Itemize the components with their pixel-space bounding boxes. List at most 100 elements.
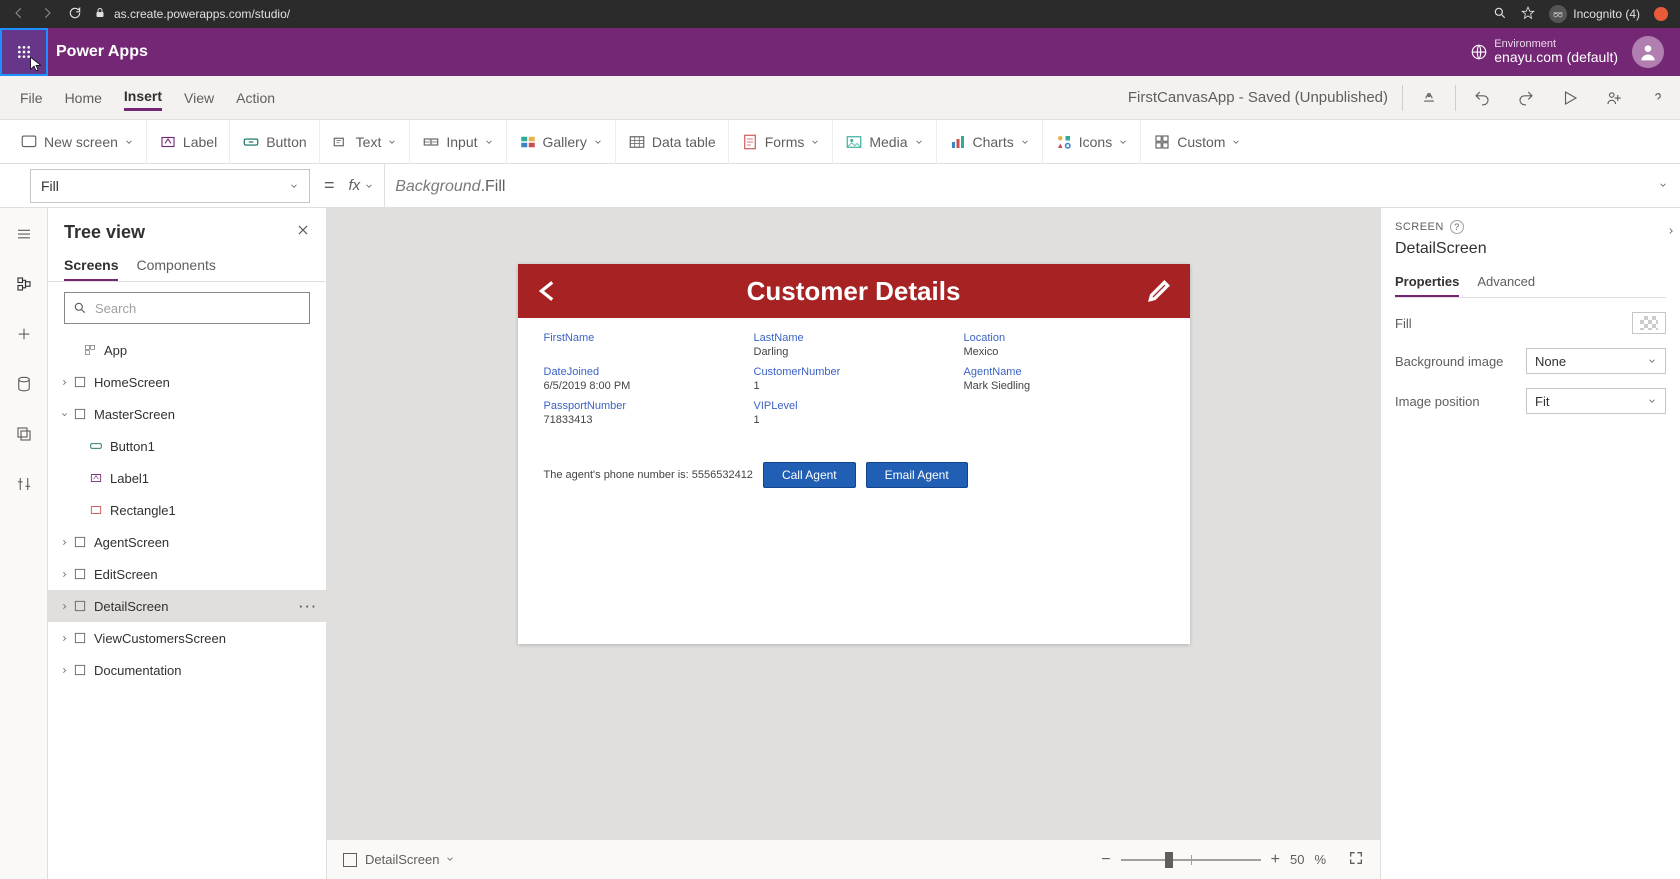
prop-label-bg: Background image [1395,354,1503,369]
ribbon-label[interactable]: Label [147,120,230,164]
menu-home[interactable]: Home [65,86,102,110]
ribbon-forms[interactable]: Forms [729,120,834,164]
tree-item-documentation[interactable]: Documentation [48,654,326,686]
zoom-value: 50 [1290,852,1304,867]
browser-chrome: as.create.powerapps.com/studio/ Incognit… [0,0,1680,28]
email-agent-button[interactable]: Email Agent [866,462,968,488]
app-checker-button[interactable] [1407,76,1451,120]
help-button[interactable] [1636,76,1680,120]
rail-tree-view[interactable] [8,268,40,300]
field-lastname: LastNameDarling [754,332,954,360]
rail-hamburger[interactable] [8,218,40,250]
help-icon[interactable]: ? [1450,220,1464,234]
properties-panel: SCREEN ? DetailScreen Properties Advance… [1380,208,1680,879]
rail-data[interactable] [8,368,40,400]
tree-item-rectangle1[interactable]: Rectangle1 [48,494,326,526]
footer-screen-name[interactable]: DetailScreen [365,852,439,867]
left-rail [0,208,48,879]
canvas-screen[interactable]: Customer Details FirstName LastNameDarli… [518,264,1190,644]
chevron-down-icon[interactable] [445,852,455,867]
equals-sign: = [310,175,349,196]
tree-item-masterscreen[interactable]: MasterScreen [48,398,326,430]
user-avatar[interactable] [1632,36,1664,68]
zoom-in-button[interactable]: + [1271,851,1280,869]
footer-checkbox[interactable] [343,853,357,867]
globe-icon [1470,43,1488,61]
chevron-right-icon[interactable] [1666,224,1676,239]
zoom-slider[interactable] [1121,859,1261,861]
tab-screens[interactable]: Screens [64,251,118,281]
fill-color-swatch[interactable] [1632,312,1666,334]
tree-item-viewcustomers[interactable]: ViewCustomersScreen [48,622,326,654]
ribbon-charts[interactable]: Charts [937,120,1043,164]
app-launcher-button[interactable] [0,28,48,76]
chevron-right-icon [60,602,69,611]
browser-forward-icon[interactable] [40,6,54,23]
ribbon-text[interactable]: Text [320,120,411,164]
field-firstname: FirstName [544,332,744,360]
preview-button[interactable] [1548,76,1592,120]
zoom-icon[interactable] [1493,6,1507,23]
zoom-out-button[interactable]: − [1101,851,1110,869]
browser-reload-icon[interactable] [68,6,82,23]
field-customernumber: CustomerNumber1 [754,366,954,394]
edit-pencil-icon[interactable] [1146,278,1172,304]
ribbon-icons[interactable]: Icons [1043,120,1141,164]
tree-item-editscreen[interactable]: EditScreen [48,558,326,590]
menu-view[interactable]: View [184,86,214,110]
ribbon-new-screen[interactable]: New screen [8,120,147,164]
tree-item-agentscreen[interactable]: AgentScreen [48,526,326,558]
tree-search-input[interactable]: Search [64,292,310,324]
ribbon-media[interactable]: Media [833,120,936,164]
ribbon-custom[interactable]: Custom [1141,120,1253,164]
input-icon [422,133,440,151]
fx-label[interactable]: fx [349,164,386,208]
chevron-down-icon [387,134,397,150]
rail-insert[interactable] [8,318,40,350]
ribbon-data-table[interactable]: Data table [616,120,729,164]
browser-url[interactable]: as.create.powerapps.com/studio/ [94,7,290,22]
tab-properties[interactable]: Properties [1395,268,1459,297]
bg-image-select[interactable]: None [1526,348,1666,374]
more-options-icon[interactable]: ··· [299,599,318,614]
tree-item-homescreen[interactable]: HomeScreen [48,366,326,398]
undo-button[interactable] [1460,76,1504,120]
image-position-select[interactable]: Fit [1526,388,1666,414]
chevron-down-icon [1658,177,1668,195]
call-agent-button[interactable]: Call Agent [763,462,856,488]
profile-dot-icon[interactable] [1654,7,1668,21]
menu-file[interactable]: File [20,86,43,110]
redo-button[interactable] [1504,76,1548,120]
screen-header: Customer Details [518,264,1190,318]
tab-advanced[interactable]: Advanced [1477,268,1535,297]
tree-item-app[interactable]: App [48,334,326,366]
menu-insert[interactable]: Insert [124,84,162,111]
environment-picker[interactable]: Environment enayu.com (default) [1470,38,1618,65]
share-button[interactable] [1592,76,1636,120]
fit-to-screen-button[interactable] [1348,850,1364,869]
tree-item-detailscreen[interactable]: DetailScreen ··· [48,590,326,622]
rail-advanced[interactable] [8,468,40,500]
env-value: enayu.com (default) [1494,50,1618,65]
tree-item-button1[interactable]: Button1 [48,430,326,462]
prop-label-pos: Image position [1395,394,1480,409]
ribbon-button[interactable]: Button [230,120,319,164]
browser-back-icon[interactable] [12,6,26,23]
screen-title: Customer Details [562,276,1146,307]
props-crumb: SCREEN [1395,221,1444,233]
back-arrow-icon[interactable] [536,278,562,304]
incognito-badge[interactable]: Incognito (4) [1549,5,1640,23]
chevron-right-icon [60,634,69,643]
close-panel-button[interactable] [296,223,310,242]
menu-action[interactable]: Action [236,86,275,110]
ribbon-input[interactable]: Input [410,120,506,164]
tree-item-label1[interactable]: Label1 [48,462,326,494]
formula-expand-button[interactable] [1646,177,1680,195]
data-table-icon [628,133,646,151]
star-icon[interactable] [1521,6,1535,23]
formula-input[interactable]: Background.Fill [385,176,1646,196]
tab-components[interactable]: Components [136,251,215,281]
property-selector[interactable]: Fill [30,169,310,203]
ribbon-gallery[interactable]: Gallery [507,120,616,164]
rail-media[interactable] [8,418,40,450]
